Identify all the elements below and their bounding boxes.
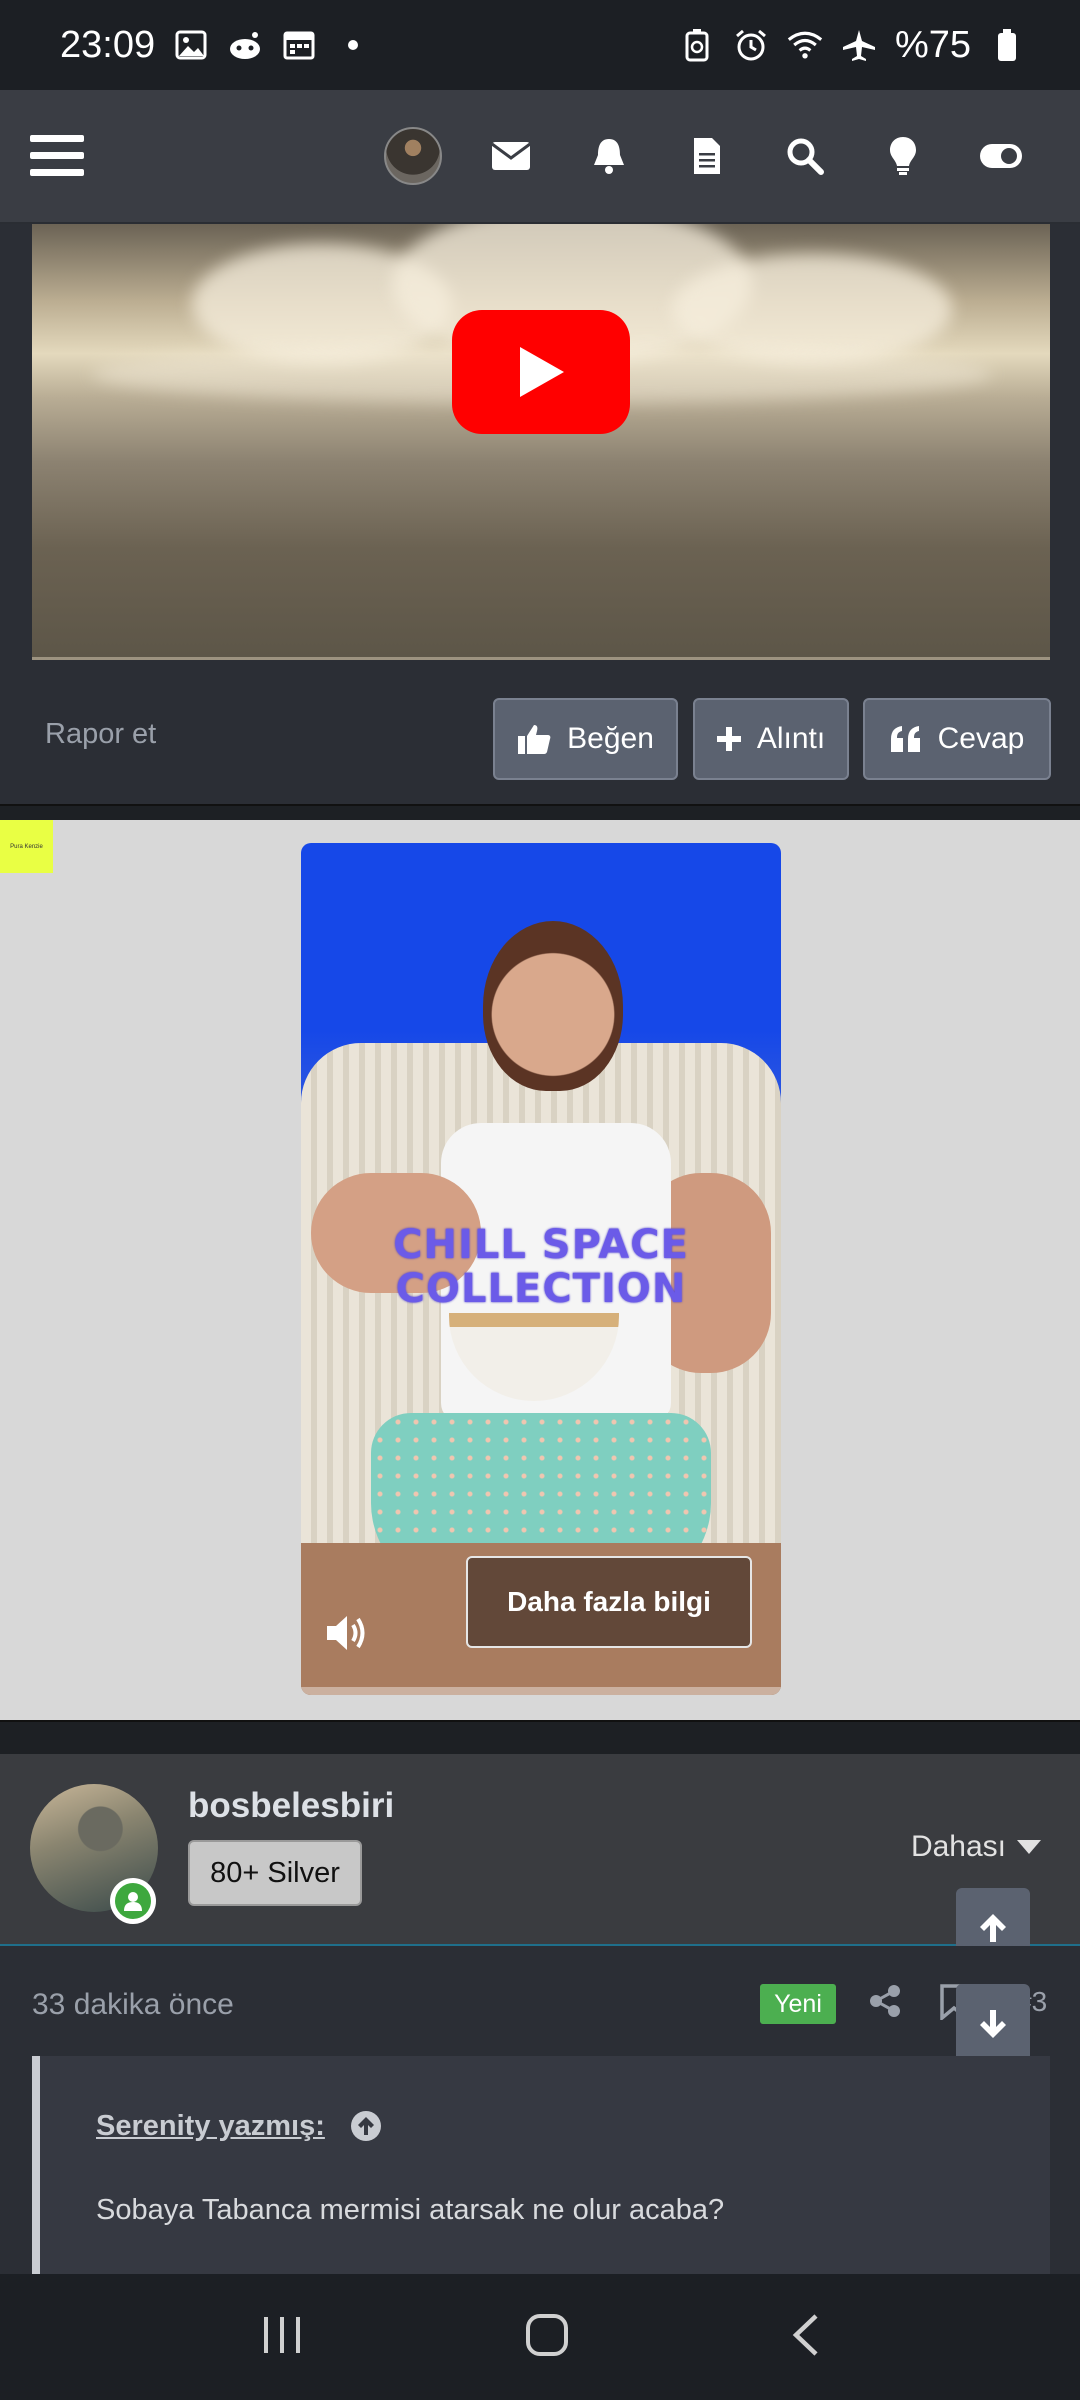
forum-navbar [0,90,1080,224]
more-label: Dahası [910,1830,1006,1863]
username[interactable]: bosbelesbiri [188,1786,394,1826]
share-icon [870,1985,900,2017]
status-left: 23:09 [60,24,371,67]
status-right: %75 [679,24,1025,67]
recent-apps-icon [264,2316,301,2353]
user-icon [124,1892,142,1911]
airplane-icon [841,28,877,62]
post-actions: Rapor et Beğen Alıntı Cevap [0,690,1080,780]
volume-icon [327,1616,365,1650]
inbox-button[interactable] [462,107,560,205]
quote-label: Alıntı [756,722,826,755]
new-badge: Yeni [760,1984,836,2024]
section-divider [0,804,1080,820]
arrow-up-icon [980,1914,1006,1942]
menu-button[interactable] [30,107,84,205]
rank-badge: 80+ Silver [188,1840,362,1906]
section-divider [0,1720,1080,1754]
ad-badge-text: Pura Kenzie [10,843,43,850]
back-icon [792,2313,818,2356]
ad-cta-button[interactable]: Daha fazla bilgi [466,1556,752,1648]
search-icon [787,138,824,175]
scroll-down-button[interactable] [956,1984,1030,2064]
wifi-icon [787,28,823,62]
alerts-button[interactable] [560,107,658,205]
youtube-play-button[interactable] [452,310,630,434]
report-link[interactable]: Rapor et [45,718,156,751]
dot-icon [335,28,371,62]
reddit-icon [227,28,263,62]
android-nav-bar [0,2274,1080,2400]
status-bar: 23:09 %75 [0,0,1080,90]
thumbs-up-icon [518,725,551,754]
post-content: Rapor et Beğen Alıntı Cevap [0,224,1080,804]
quote-jump-button[interactable] [350,2110,382,2147]
home-icon [525,2313,568,2356]
back-button[interactable] [790,2313,820,2362]
ad-badge[interactable]: Pura Kenzie [0,820,53,873]
youtube-embed[interactable] [32,224,1050,660]
ad-container: Pura Kenzie CHILL SPACE COLLECTION Daha … [0,820,1080,1720]
quote-block: Serenity yazmış: Sobaya Tabanca mermisi … [32,2056,1050,2274]
like-button[interactable]: Beğen [493,698,678,780]
document-icon [694,138,720,174]
post-meta: 33 dakika önce Yeni #3 [0,1946,1080,2056]
alarm-icon [733,28,769,62]
reply-button[interactable]: Cevap [863,698,1051,780]
battery-percent: %75 [894,23,971,66]
recent-apps-button[interactable] [260,2315,304,2360]
ad-progress-bar [301,1687,781,1695]
toggle-icon [980,144,1022,168]
menu-icon [30,135,84,176]
more-dropdown[interactable]: Dahası [911,1830,1042,1864]
quote-icon [890,726,920,752]
post-time[interactable]: 33 dakika önce [32,1988,234,2022]
ad-image-person [483,921,623,1091]
calendar-icon [281,28,317,62]
quote-author[interactable]: Serenity yazmış: [96,2110,325,2143]
reply-label: Cevap [937,722,1025,755]
bell-icon [594,139,624,174]
ad-video[interactable]: CHILL SPACE COLLECTION Daha fazla bilgi [301,843,781,1695]
gallery-icon [173,28,209,62]
online-indicator [110,1878,156,1924]
play-icon [520,347,564,397]
plus-icon [716,727,741,751]
search-button[interactable] [756,107,854,205]
battery-saver-icon [679,28,715,62]
caret-down-icon [1017,1840,1041,1854]
mail-icon [491,142,531,170]
battery-icon [989,28,1025,62]
post-user-header: bosbelesbiri 80+ Silver Dahası [0,1754,1080,1946]
quote-text: Sobaya Tabanca mermisi atarsak ne olur a… [96,2194,725,2226]
clock: 23:09 [60,23,156,66]
like-label: Beğen [567,722,654,755]
theme-toggle[interactable] [952,107,1050,205]
home-button[interactable] [525,2313,569,2362]
navbar-actions [364,107,1050,205]
avatar [384,127,442,185]
account-button[interactable] [364,107,462,205]
quote-button[interactable]: Alıntı [693,698,849,780]
lightbulb-icon [890,137,916,175]
ad-overlay-text: CHILL SPACE COLLECTION [393,1222,689,1312]
tips-button[interactable] [854,107,952,205]
arrow-down-icon [980,2010,1006,2038]
arrow-circle-up-icon [351,2111,381,2141]
share-button[interactable] [868,1984,902,2023]
volume-button[interactable] [325,1613,369,1657]
whats-new-button[interactable] [658,107,756,205]
